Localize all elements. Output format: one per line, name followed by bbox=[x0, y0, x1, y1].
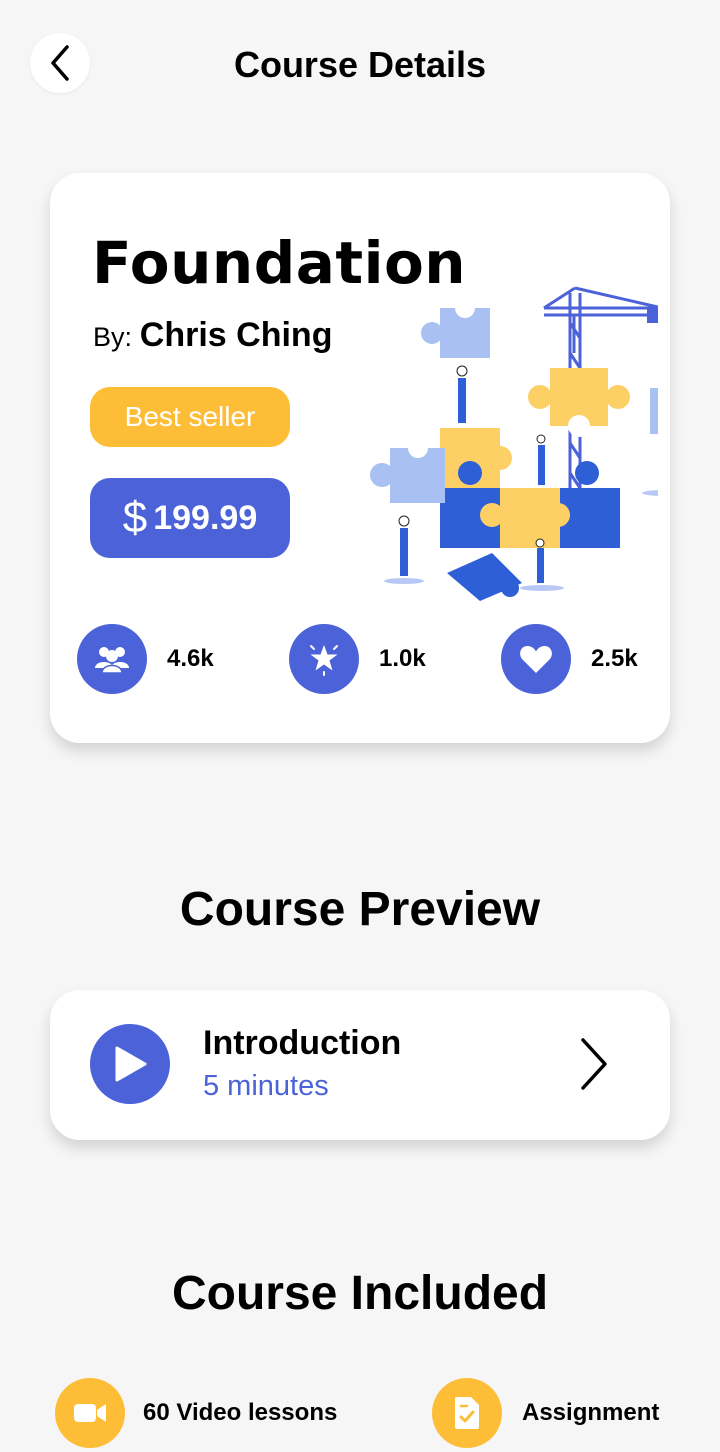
price-value: 199.99 bbox=[153, 498, 258, 537]
stat-likes: 2.5k bbox=[501, 622, 638, 696]
stat-ratings: 1.0k bbox=[289, 622, 426, 696]
users-icon bbox=[77, 624, 147, 694]
stat-likes-value: 2.5k bbox=[591, 645, 638, 672]
stat-students-value: 4.6k bbox=[167, 645, 214, 672]
included-video-lessons: 60 Video lessons bbox=[55, 1377, 337, 1449]
author-line: By: Chris Ching bbox=[93, 316, 332, 355]
course-details-screen: Course Details Foundation By: Chris Chin… bbox=[0, 0, 720, 1452]
included-video-label: 60 Video lessons bbox=[143, 1399, 338, 1426]
heart-icon bbox=[501, 624, 571, 694]
stat-students: 4.6k bbox=[77, 622, 214, 696]
author-name: Chris Ching bbox=[139, 316, 333, 354]
price-currency: $ bbox=[122, 493, 148, 542]
page-title: Course Details bbox=[233, 44, 487, 85]
chevron-right-icon[interactable] bbox=[575, 1036, 609, 1092]
author-prefix: By: bbox=[93, 322, 133, 352]
stat-ratings-value: 1.0k bbox=[379, 645, 426, 672]
lesson-duration: 5 minutes bbox=[203, 1070, 329, 1102]
star-badge-icon bbox=[289, 624, 359, 694]
price-tag: $ 199.99 bbox=[90, 478, 290, 558]
course-included-title: Course Included bbox=[171, 1267, 549, 1320]
lesson-title: Introduction bbox=[203, 1024, 402, 1062]
puzzle-illustration bbox=[370, 286, 658, 601]
course-preview-title: Course Preview bbox=[179, 883, 541, 936]
best-seller-badge: Best seller bbox=[90, 387, 290, 447]
play-icon bbox=[115, 1046, 147, 1082]
video-icon bbox=[55, 1378, 125, 1448]
course-card[interactable]: Foundation By: Chris Ching Best seller $… bbox=[50, 173, 670, 743]
included-assignment: Assignment bbox=[432, 1377, 659, 1449]
assignment-icon bbox=[432, 1378, 502, 1448]
play-button[interactable] bbox=[90, 1024, 170, 1104]
included-assignment-label: Assignment bbox=[522, 1399, 660, 1426]
preview-lesson-item[interactable]: Introduction 5 minutes bbox=[50, 990, 670, 1140]
